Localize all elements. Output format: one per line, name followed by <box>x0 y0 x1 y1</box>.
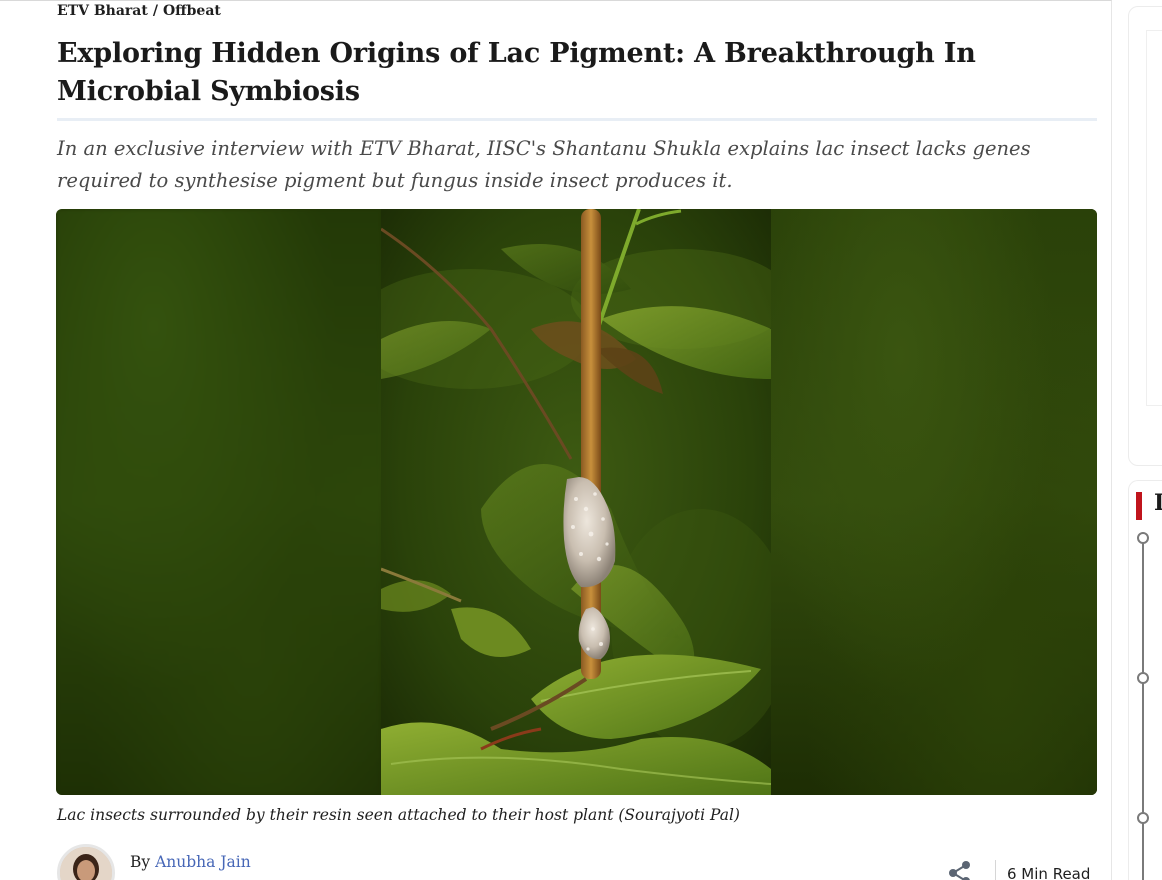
breadcrumb-home-link[interactable]: ETV Bharat <box>57 3 148 19</box>
timeline-dot <box>1137 532 1149 544</box>
hero-blurred-backdrop-right <box>770 209 1097 795</box>
image-caption: Lac insects surrounded by their resin se… <box>57 806 740 824</box>
byline-text: By Anubha Jain <box>130 853 251 871</box>
timeline-line <box>1142 540 1144 880</box>
article-column: ETV Bharat / Offbeat Exploring Hidden Or… <box>0 0 1112 880</box>
article-summary: In an exclusive interview with ETV Bhara… <box>57 137 1031 192</box>
hero-image[interactable] <box>56 209 1097 795</box>
breadcrumb-section-link[interactable]: Offbeat <box>163 3 221 19</box>
timeline-dot <box>1137 672 1149 684</box>
title-divider <box>57 118 1097 121</box>
hero-blurred-backdrop-left <box>56 209 381 795</box>
sidebar-ad-slot[interactable] <box>1146 30 1162 406</box>
breadcrumb: ETV Bharat / Offbeat <box>57 1 221 21</box>
sidebar-heading: L <box>1154 490 1162 516</box>
author-name-link[interactable]: Anubha Jain <box>155 853 251 871</box>
share-icon <box>949 861 970 880</box>
author-avatar[interactable] <box>57 844 115 880</box>
share-button[interactable] <box>947 860 973 880</box>
article-title: Exploring Hidden Origins of Lac Pigment:… <box>57 38 976 107</box>
read-time: 6 Min Read <box>1007 865 1091 880</box>
byline-by-label: By <box>130 853 151 871</box>
byline: By Anubha Jain 6 Min Read <box>57 844 1097 880</box>
breadcrumb-separator: / <box>152 3 158 19</box>
timeline-dot <box>1137 812 1149 824</box>
hero-photo-lac-insects <box>381 209 771 795</box>
byline-divider <box>995 860 996 880</box>
sidebar-heading-accent <box>1136 492 1142 520</box>
